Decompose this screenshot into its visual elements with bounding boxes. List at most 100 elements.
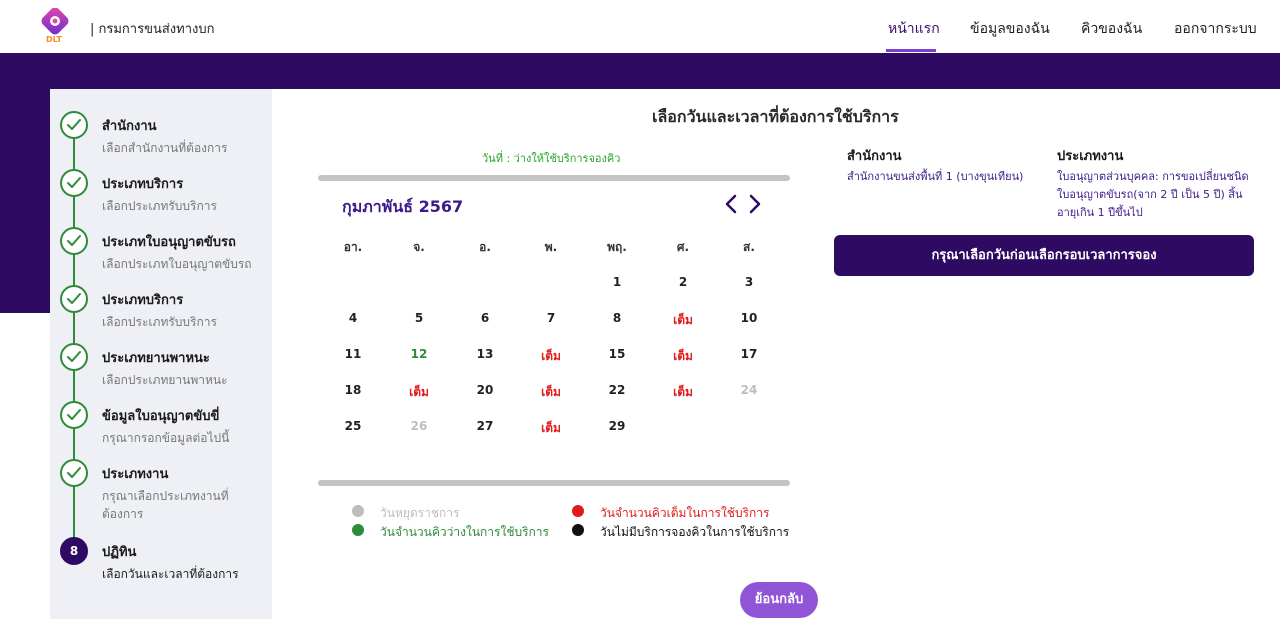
main-panel: เลือกวันและเวลาที่ต้องการใช้บริการ วันที… <box>272 89 1280 619</box>
step-check-icon <box>60 169 88 197</box>
calendar-month-label: กุมภาพันธ์ 2567 <box>342 197 464 216</box>
calendar-day-full: เต็ม <box>673 313 693 327</box>
org-name: | กรมการขนส่งทางบก <box>90 22 215 37</box>
logo-text: DLT <box>46 35 62 44</box>
page-title: เลือกวันและเวลาที่ต้องการใช้บริการ <box>652 107 899 126</box>
calendar-day-normal[interactable]: 10 <box>719 311 779 325</box>
weekday-header: อ. <box>479 240 491 254</box>
legend-label: วันไม่มีบริการจองคิวในการใช้บริการ <box>600 525 790 539</box>
calendar-day-normal[interactable]: 22 <box>587 383 647 397</box>
stepper-sidebar: สำนักงานเลือกสำนักงานที่ต้องการประเภทบริ… <box>50 89 272 619</box>
step-check-icon <box>60 285 88 313</box>
dlt-logo[interactable]: DLT <box>38 7 74 48</box>
calendar-top-divider <box>318 175 790 181</box>
step-connector <box>73 371 75 401</box>
calendar-bottom-divider <box>318 480 790 486</box>
step-subtitle: เลือกสำนักงานที่ต้องการ <box>102 141 228 155</box>
step-subtitle: เลือกประเภทใบอนุญาตขับรถ <box>102 257 252 271</box>
step-title[interactable]: ประเภทบริการ <box>102 173 183 194</box>
step-number-badge: 8 <box>60 537 88 565</box>
calendar-day-normal[interactable]: 27 <box>455 419 515 433</box>
office-label: สำนักงาน <box>847 149 902 164</box>
top-header: DLT | กรมการขนส่งทางบก หน้าแรก ข้อมูลของ… <box>0 0 1280 53</box>
step-subtitle: เลือกประเภทยานพาหนะ <box>102 373 228 387</box>
calendar-day-normal[interactable]: 1 <box>587 275 647 289</box>
calendar-day-normal[interactable]: 20 <box>455 383 515 397</box>
legend-dot-icon <box>572 505 584 517</box>
legend-label: วันจำนวนคิวเต็มในการใช้บริการ <box>600 506 770 520</box>
legend-label: วันจำนวนคิวว่างในการใช้บริการ <box>380 525 549 539</box>
step-check-icon <box>60 343 88 371</box>
back-button[interactable]: ย้อนกลับ <box>740 582 818 618</box>
calendar-day-normal[interactable]: 4 <box>323 311 383 325</box>
next-month-icon[interactable] <box>746 193 764 215</box>
calendar-day-full: เต็ม <box>673 385 693 399</box>
office-value: สำนักงานขนส่งพื้นที่ 1 (บางขุนเทียน) <box>847 170 1024 183</box>
calendar-day-full: เต็ม <box>409 385 429 399</box>
nav-home[interactable]: หน้าแรก <box>888 18 940 40</box>
prev-month-icon[interactable] <box>722 193 740 215</box>
nav-my-info[interactable]: ข้อมูลของฉัน <box>970 18 1050 40</box>
work-type-label: ประเภทงาน <box>1057 149 1124 164</box>
step-title[interactable]: ประเภทใบอนุญาตขับรถ <box>102 231 236 252</box>
step-title[interactable]: ข้อมูลใบอนุญาตขับขี่ <box>102 405 219 426</box>
step-subtitle: เลือกประเภทรับบริการ <box>102 199 217 213</box>
step-connector <box>73 429 75 459</box>
calendar-day-full: เต็ม <box>541 349 561 363</box>
calendar-day-normal[interactable]: 25 <box>323 419 383 433</box>
step-check-icon <box>60 401 88 429</box>
calendar-day-full: เต็ม <box>541 385 561 399</box>
step-connector <box>73 487 75 537</box>
availability-note: วันที่ : ว่างให้ใช้บริการจองคิว <box>482 152 621 165</box>
legend-label: วันหยุดราชการ <box>380 506 460 520</box>
step-check-icon <box>60 227 88 255</box>
calendar-day-normal[interactable]: 8 <box>587 311 647 325</box>
calendar-day-normal[interactable]: 3 <box>719 275 779 289</box>
step-subtitle: กรุณากรอกข้อมูลต่อไปนี้ <box>102 431 230 445</box>
step-check-icon <box>60 459 88 487</box>
step-connector <box>73 313 75 343</box>
weekday-header: ส. <box>743 240 755 254</box>
calendar-day-avail[interactable]: 12 <box>389 347 449 361</box>
legend-dot-icon <box>352 505 364 517</box>
calendar-day-normal[interactable]: 17 <box>719 347 779 361</box>
calendar-day-normal[interactable]: 15 <box>587 347 647 361</box>
step-title[interactable]: ประเภทบริการ <box>102 289 183 310</box>
nav-logout[interactable]: ออกจากระบบ <box>1174 18 1257 40</box>
calendar-day-normal[interactable]: 29 <box>587 419 647 433</box>
calendar-day-normal[interactable]: 13 <box>455 347 515 361</box>
step-title[interactable]: ประเภทงาน <box>102 463 168 484</box>
calendar-day-normal[interactable]: 5 <box>389 311 449 325</box>
calendar-day-full: เต็ม <box>541 421 561 435</box>
calendar-day-holiday: 26 <box>410 419 428 433</box>
step-connector <box>73 197 75 227</box>
step-subtitle: เลือกวันและเวลาที่ต้องการ <box>102 567 239 581</box>
weekday-header: อา. <box>343 240 363 254</box>
calendar-day-holiday: 24 <box>740 383 758 397</box>
header-band <box>0 53 1280 89</box>
calendar-day-normal[interactable]: 6 <box>455 311 515 325</box>
nav-active-indicator <box>886 49 936 52</box>
step-title[interactable]: ประเภทยานพาหนะ <box>102 347 210 368</box>
legend-dot-icon <box>352 524 364 536</box>
step-check-icon <box>60 111 88 139</box>
step-title[interactable]: สำนักงาน <box>102 115 157 136</box>
weekday-header: พ. <box>544 240 558 254</box>
calendar-day-normal[interactable]: 7 <box>521 311 581 325</box>
side-band <box>0 89 50 313</box>
nav-my-queue[interactable]: คิวของฉัน <box>1081 18 1142 40</box>
step-subtitle: เลือกประเภทรับบริการ <box>102 315 217 329</box>
calendar-day-full: เต็ม <box>673 349 693 363</box>
calendar-day-normal[interactable]: 18 <box>323 383 383 397</box>
weekday-header: ศ. <box>676 240 690 254</box>
step-connector <box>73 255 75 285</box>
legend-dot-icon <box>572 524 584 536</box>
step-title[interactable]: ปฏิทิน <box>102 541 136 562</box>
weekday-header: จ. <box>413 240 425 254</box>
calendar-day-normal[interactable]: 2 <box>653 275 713 289</box>
weekday-header: พฤ. <box>607 240 627 254</box>
select-date-first-banner: กรุณาเลือกวันก่อนเลือกรอบเวลาการจอง <box>834 235 1254 276</box>
work-type-value: ใบอนุญาตส่วนบุคคล: การขอเปลี่ยนชนิดใบอนุ… <box>1057 170 1249 219</box>
calendar-day-normal[interactable]: 11 <box>323 347 383 361</box>
step-subtitle: กรุณาเลือกประเภทงานที่ต้องการ <box>102 489 229 521</box>
